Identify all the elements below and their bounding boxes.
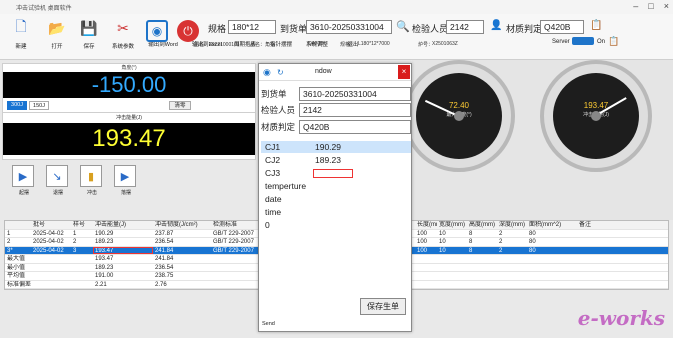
inspector-label: 检验人员	[412, 24, 449, 34]
angle-label: 角度(°)	[121, 65, 137, 71]
dialog-order-row: 到货单 3610-20250331004	[261, 87, 411, 101]
watermark-logo: e-works	[577, 306, 665, 330]
guige-label: 规格：	[340, 42, 356, 48]
energy-display: 193.47	[3, 123, 255, 155]
dialog-title: ndow	[315, 68, 332, 75]
power-icon[interactable]: ⏻	[177, 20, 199, 42]
order-label: 到货单	[280, 24, 308, 34]
energy-gauge-value: 193.47	[583, 101, 609, 110]
150j-button[interactable]: 150J	[29, 101, 49, 110]
drop-button[interactable]: ▶ 落摆	[114, 165, 138, 196]
save-button[interactable]: 💾 保存	[70, 18, 108, 51]
inspector-field[interactable]: 2142	[446, 20, 484, 34]
impact-icon: ▮	[80, 165, 102, 187]
minimize-icon[interactable]: –	[633, 1, 638, 11]
on-label: On	[597, 39, 606, 45]
drop-icon: ▶	[114, 165, 136, 187]
dialog-material-field[interactable]: Q420B	[299, 120, 411, 134]
list-item[interactable]: CJ1 190.29	[261, 141, 411, 153]
guige-value: L180*12*7000	[358, 41, 390, 47]
energy-gauge: 193.47 冲击能量(J)	[540, 60, 652, 172]
dialog-order-field[interactable]: 3610-20250331004	[299, 87, 411, 101]
material-field[interactable]: Q420B	[540, 20, 584, 34]
angle-display: -150.00	[3, 72, 255, 98]
action-buttons: ▶ 起摆 ↘ 退摆 ▮ 冲击 ▶ 落摆	[12, 165, 138, 196]
luhao-label: 炉号：	[418, 42, 434, 48]
maximize-icon[interactable]: □	[648, 1, 653, 11]
send-dialog: ◉ ↻ ndow × 到货单 3610-20250331004 检验人员 2142 …	[258, 63, 412, 332]
save-order-button[interactable]: 保存生单	[360, 298, 406, 315]
list-item[interactable]: time	[261, 206, 411, 218]
clear-button[interactable]: 清零	[169, 101, 191, 110]
app-icon: ◉	[263, 67, 271, 77]
tools-icon: ✂	[117, 19, 129, 36]
300j-button[interactable]: 300J	[7, 101, 27, 110]
energy-gauge-face: 193.47 冲击能量(J)	[553, 73, 639, 159]
dialog-footer: Send	[262, 321, 275, 327]
dialog-material-row: 材质判定 Q420B	[261, 120, 411, 134]
energy-label: 冲击能量(J)	[116, 115, 142, 121]
title-bar: 冲击试验机 桌面软件 – □ ×	[0, 0, 673, 14]
list-item[interactable]: date	[261, 193, 411, 205]
list-item[interactable]: 0	[261, 219, 411, 231]
energy-gauge-hub	[591, 111, 601, 121]
pinming-label: 品名：30221000101	[194, 42, 240, 48]
raise-button[interactable]: ▶ 起摆	[12, 165, 36, 196]
retreat-button[interactable]: ↘ 退摆	[46, 165, 70, 196]
pinming2-label: 品名：角钢	[250, 42, 276, 48]
list-item[interactable]: CJ2 189.23	[261, 154, 411, 166]
cj3-input[interactable]	[313, 169, 353, 178]
server-toggle[interactable]	[572, 37, 594, 45]
open-icon: 📂	[48, 19, 66, 36]
dialog-titlebar: ◉ ↻ ndow ×	[259, 64, 411, 81]
angle-gauge-face: 72.40 最大角度(°)	[416, 73, 502, 159]
impact-button[interactable]: ▮ 冲击	[80, 165, 104, 196]
retreat-icon: ↘	[46, 165, 68, 187]
toolbar: 🗋 新建 📂 打开 💾 保存 ✂ 系统参数 输出到Word 输出到Excel 周期抱表 …	[0, 14, 673, 60]
pinming-value: Q420B	[308, 41, 324, 47]
spec-field[interactable]: 180*12	[228, 20, 276, 34]
window-controls: – □ ×	[633, 1, 669, 11]
new-button[interactable]: 🗋 新建	[2, 18, 40, 50]
refresh-icon: ↻	[277, 68, 284, 77]
search-icon[interactable]: 🔍	[396, 20, 410, 33]
user-icon[interactable]: 👤	[490, 20, 502, 31]
raise-icon: ▶	[12, 165, 34, 187]
camera-icon[interactable]: ◉	[146, 20, 168, 42]
order-field[interactable]: 3610-20250331004	[306, 20, 392, 34]
save-icon: 💾	[80, 19, 98, 36]
close-icon[interactable]: ×	[664, 1, 669, 11]
angle-gauge-hub	[454, 111, 464, 121]
luhao-value: X2501063Z	[432, 41, 458, 47]
window-title: 冲击试验机 桌面软件	[16, 6, 72, 12]
spec-label: 规格	[208, 24, 227, 34]
list-item[interactable]: temperture	[261, 180, 411, 192]
list-item[interactable]: CJ3	[261, 167, 411, 179]
dialog-close-icon[interactable]: ×	[398, 65, 410, 79]
system-params-button[interactable]: ✂ 系统参数	[104, 18, 142, 51]
clipboard-icon-2[interactable]: 📋	[608, 36, 619, 47]
energy-panel: 冲击能量(J) 193.47	[2, 112, 256, 160]
material-label: 材质判定	[506, 24, 543, 34]
dialog-inspector-row: 检验人员 2142	[261, 103, 411, 117]
angle-gauge: 72.40 最大角度(°)	[403, 60, 515, 172]
new-icon: 🗋	[15, 18, 27, 34]
clipboard-icon[interactable]: 📋	[590, 20, 602, 31]
dialog-inspector-field[interactable]: 2142	[299, 103, 411, 117]
server-label: Server	[552, 39, 570, 45]
